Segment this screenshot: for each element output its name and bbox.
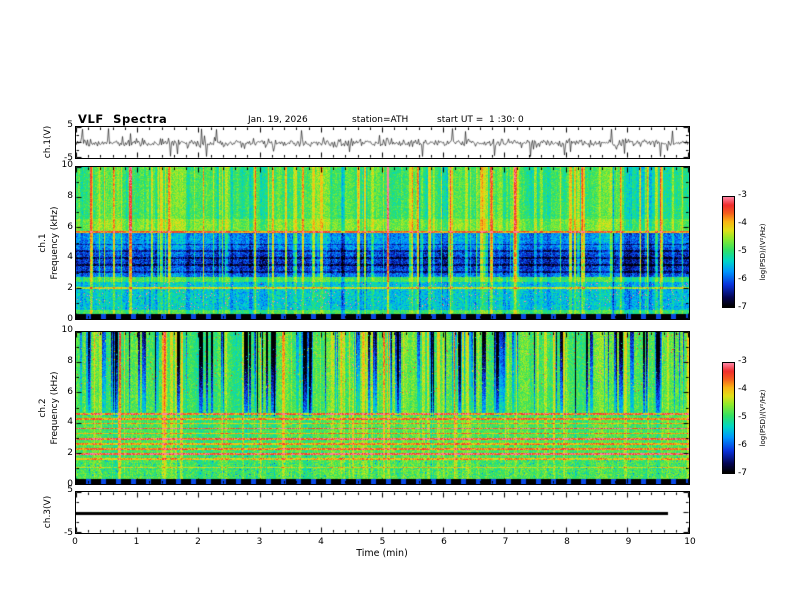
colorbar-ch1-tick-label: -5: [738, 246, 747, 256]
ch1-spectrogram-y-tick-label: 4: [67, 252, 73, 263]
ch2-spectrogram-axis-label-line2: Frequency (kHz): [50, 371, 60, 445]
colorbar-ch2-axis-label: log(PSD)/(V²/Hz): [759, 389, 767, 447]
start-ut-label: start UT = 1 :30: 0: [437, 115, 524, 125]
ch2-spectrogram-y-tick-label: 10: [61, 325, 73, 335]
ch1-spectrogram-y-tick-label: 2: [67, 283, 73, 294]
ch1-spectrogram-y-tick-label: 0: [67, 314, 73, 324]
colorbar-ch2-tick-label: -7: [738, 468, 747, 478]
colorbar-ch2-tick-label: -6: [738, 440, 747, 450]
x-tick-label: 10: [684, 537, 696, 547]
ch3-voltage-axis-label: ch.3(V): [43, 495, 53, 529]
ch3-voltage-y-tick-label: -5: [64, 528, 73, 538]
x-tick-label: 5: [379, 537, 386, 547]
ch3-voltage-y-tick-label: 5: [67, 485, 73, 495]
ch2-spectrogram-axis-label-line1: ch.2: [38, 398, 48, 418]
colorbar-ch1-tick-label: -3: [738, 190, 747, 200]
ch1-spectrogram-panel: [75, 166, 690, 320]
x-axis-title: Time (min): [356, 548, 408, 559]
x-tick-label: 2: [195, 537, 201, 547]
ch2-spectrogram-plot: [76, 332, 689, 484]
colorbar-ch2-gradient: [723, 363, 734, 473]
ch1-spectrogram-plot: [76, 167, 689, 319]
x-tick-label: 9: [625, 537, 632, 547]
ch1-spectrogram-axis-label-line1: ch.1: [38, 233, 48, 253]
vlf-spectra-figure: VLF Spectra Jan. 19, 2026 station=ATH st…: [0, 0, 792, 612]
colorbar-ch2-tick-label: -3: [738, 356, 747, 366]
colorbar-ch1-tick-label: -4: [738, 218, 747, 228]
station-label: station=ATH: [352, 115, 409, 125]
ch1-voltage-y-tick-label: 5: [67, 120, 73, 130]
ch2-spectrogram-y-tick-label: 2: [67, 448, 73, 459]
ch1-waveform-plot: [76, 127, 689, 158]
colorbar-ch1-tick-label: -6: [738, 274, 747, 284]
ch2-spectrogram-panel: [75, 331, 690, 485]
x-tick-label: 8: [564, 537, 570, 547]
x-tick-label: 3: [256, 537, 263, 547]
ch1-spectrogram-axis-label-line2: Frequency (kHz): [50, 206, 60, 280]
date-label: Jan. 19, 2026: [248, 115, 308, 125]
colorbar-ch2-tick-label: -5: [738, 412, 747, 422]
x-tick-label: 7: [502, 537, 509, 547]
colorbar-ch1-gradient: [723, 197, 734, 307]
colorbar-ch1-axis-label: log(PSD)/(V²/Hz): [759, 223, 767, 281]
colorbar-ch1: [722, 196, 735, 308]
ch1-voltage-y-tick-label: -5: [64, 153, 73, 163]
ch3-waveform-panel: [75, 491, 690, 534]
x-tick-label: 1: [133, 537, 140, 547]
ch2-spectrogram-y-tick-label: 8: [67, 355, 73, 366]
ch2-spectrogram-y-tick-label: 6: [67, 386, 73, 397]
x-tick-label: 6: [441, 537, 447, 547]
colorbar-ch2-tick-label: -4: [738, 384, 747, 394]
ch1-waveform-panel: [75, 126, 690, 159]
colorbar-ch2: [722, 362, 735, 474]
ch1-spectrogram-y-tick-label: 8: [67, 190, 73, 201]
ch3-waveform-plot: [76, 492, 689, 533]
x-tick-label: 4: [318, 537, 324, 547]
page-title: VLF Spectra: [78, 112, 168, 126]
ch2-spectrogram-y-tick-label: 4: [67, 417, 73, 428]
colorbar-ch1-tick-label: -7: [738, 302, 747, 312]
ch1-spectrogram-y-tick-label: 6: [67, 221, 73, 232]
